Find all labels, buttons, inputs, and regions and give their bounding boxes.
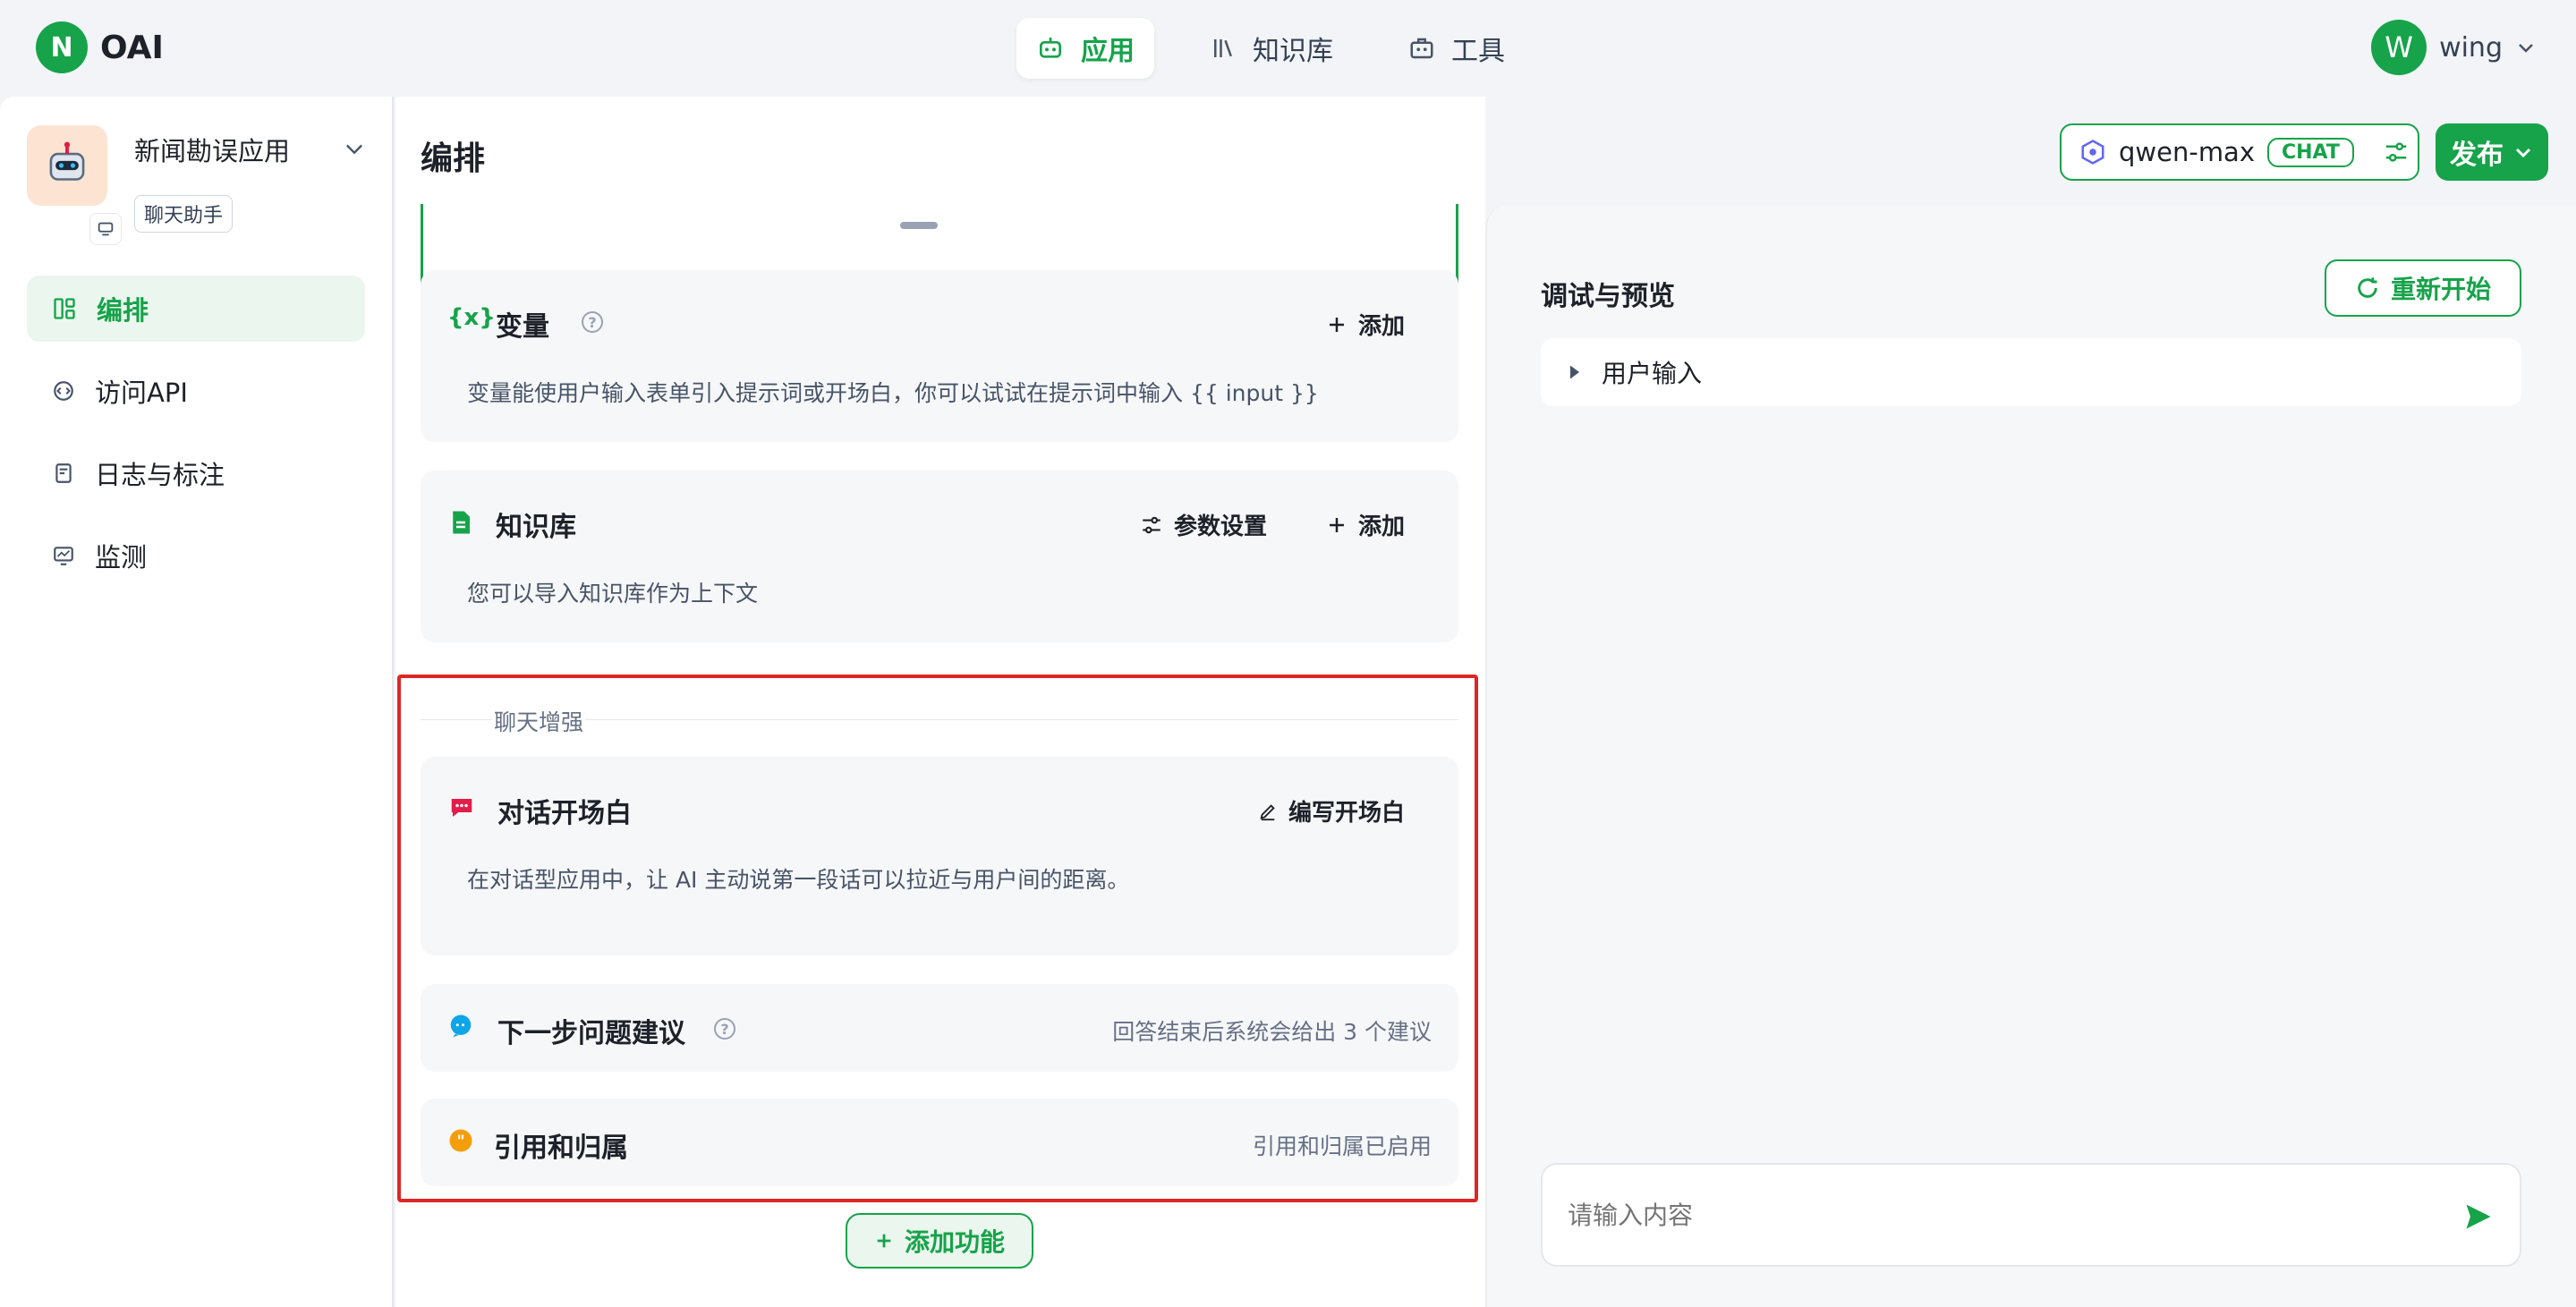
page-title: 编排	[421, 140, 486, 177]
variables-card: {x} 变量 ? 添加 变量能使用户输入表单引入提示词或开场白，你可以试试在提示…	[421, 270, 1458, 442]
topnav-knowledge-label: 知识库	[1253, 36, 1333, 67]
user-input-label: 用户输入	[1602, 359, 1703, 388]
knowledge-settings-button[interactable]: 参数设置	[1140, 508, 1267, 541]
books-icon	[1214, 39, 1232, 57]
topnav-apps-label: 应用	[1081, 36, 1135, 67]
publish-label: 发布	[2450, 140, 2504, 171]
knowledge-card: 知识库 参数设置 添加 您可以导入知识库作为上下文	[421, 471, 1458, 642]
knowledge-title: 知识库	[496, 512, 576, 543]
chat-assistant-icon	[89, 213, 122, 245]
debug-preview-panel: 调试与预览 重新开始 用户输入	[1485, 206, 2576, 1307]
caret-right-icon	[1570, 365, 1579, 379]
log-icon	[55, 463, 72, 483]
add-variable-button[interactable]: 添加	[1326, 308, 1405, 341]
chevron-down-icon	[2515, 148, 2531, 158]
chat-input-box[interactable]	[1541, 1163, 2521, 1267]
top-navigation: 应用 知识库 工具	[1016, 18, 1525, 79]
sidebar-item-label: 日志与标注	[95, 460, 225, 490]
model-name: qwen-max	[2119, 137, 2255, 167]
variables-description: 变量能使用户输入表单引入提示词或开场白，你可以试试在提示词中输入 {{ inpu…	[467, 380, 1319, 406]
api-icon	[54, 381, 73, 401]
add-label: 添加	[1357, 513, 1405, 540]
chevron-down-icon[interactable]	[342, 136, 367, 161]
user-name: wing	[2439, 31, 2503, 64]
plus-icon	[877, 1234, 891, 1248]
settings-label: 参数设置	[1173, 513, 1267, 540]
logo-icon: N	[36, 21, 88, 73]
brand-name: OAI	[100, 29, 164, 66]
sidebar-item-logs[interactable]: 日志与标注	[27, 440, 365, 506]
app-type-badge: 聊天助手	[134, 195, 234, 233]
topnav-apps[interactable]: 应用	[1016, 18, 1154, 79]
app-avatar	[27, 125, 107, 206]
add-knowledge-button[interactable]: 添加	[1326, 508, 1405, 541]
logo[interactable]: N OAI	[36, 21, 164, 73]
sliders-icon[interactable]	[2383, 139, 2410, 165]
app-header[interactable]: 新闻勘误应用 聊天助手	[27, 125, 376, 245]
chat-input[interactable]	[1568, 1200, 2444, 1230]
topnav-tools[interactable]: 工具	[1389, 18, 1525, 79]
monitor-icon	[54, 547, 73, 565]
help-icon[interactable]: ?	[582, 311, 603, 333]
sidebar: 新闻勘误应用 聊天助手 编排 访问API 日志与标注 监测	[0, 97, 394, 1307]
user-input-toggle[interactable]: 用户输入	[1541, 338, 2521, 406]
restart-label: 重新开始	[2390, 275, 2491, 304]
variables-title: 变量	[496, 311, 549, 343]
variable-icon: {x}	[447, 304, 496, 331]
app-name: 新闻勘误应用	[134, 136, 291, 166]
sidebar-item-label: 监测	[95, 542, 148, 573]
plus-icon	[1329, 517, 1344, 532]
send-icon[interactable]	[2462, 1201, 2495, 1233]
add-feature-label: 添加功能	[904, 1227, 1005, 1257]
topnav-knowledge[interactable]: 知识库	[1190, 18, 1353, 79]
sidebar-item-orchestrate[interactable]: 编排	[27, 276, 365, 342]
model-selector[interactable]: qwen-max CHAT	[2060, 123, 2419, 181]
preview-title: 调试与预览	[1541, 281, 1675, 312]
sliders-icon	[1143, 516, 1160, 533]
layout-icon	[54, 298, 75, 319]
drag-handle[interactable]	[900, 222, 938, 229]
plus-icon	[1329, 317, 1344, 332]
document-icon	[453, 511, 470, 534]
toolbox-icon	[1410, 38, 1433, 59]
robot-avatar-icon	[49, 141, 85, 181]
highlight-box	[397, 675, 1478, 1202]
topnav-tools-label: 工具	[1451, 36, 1505, 67]
avatar: W	[2371, 20, 2427, 75]
sidebar-item-monitor[interactable]: 监测	[27, 522, 365, 589]
model-mode-badge: CHAT	[2267, 137, 2354, 167]
sidebar-item-api[interactable]: 访问API	[27, 358, 365, 424]
restart-button[interactable]: 重新开始	[2325, 259, 2521, 317]
top-bar: N OAI 应用 知识库 工具 W wing	[0, 0, 2576, 97]
model-logo-icon	[2081, 140, 2104, 165]
user-menu[interactable]: W wing	[2371, 20, 2537, 75]
side-navigation: 编排 访问API 日志与标注 监测	[27, 276, 365, 605]
sidebar-item-label: 编排	[97, 295, 149, 326]
publish-button[interactable]: 发布	[2436, 123, 2548, 181]
add-feature-button[interactable]: 添加功能	[846, 1213, 1033, 1269]
sidebar-item-label: 访问API	[95, 378, 188, 408]
robot-icon	[1040, 38, 1061, 58]
knowledge-description: 您可以导入知识库作为上下文	[467, 581, 759, 607]
refresh-icon	[2358, 277, 2377, 298]
add-label: 添加	[1357, 313, 1405, 340]
chevron-down-icon	[2519, 44, 2533, 53]
